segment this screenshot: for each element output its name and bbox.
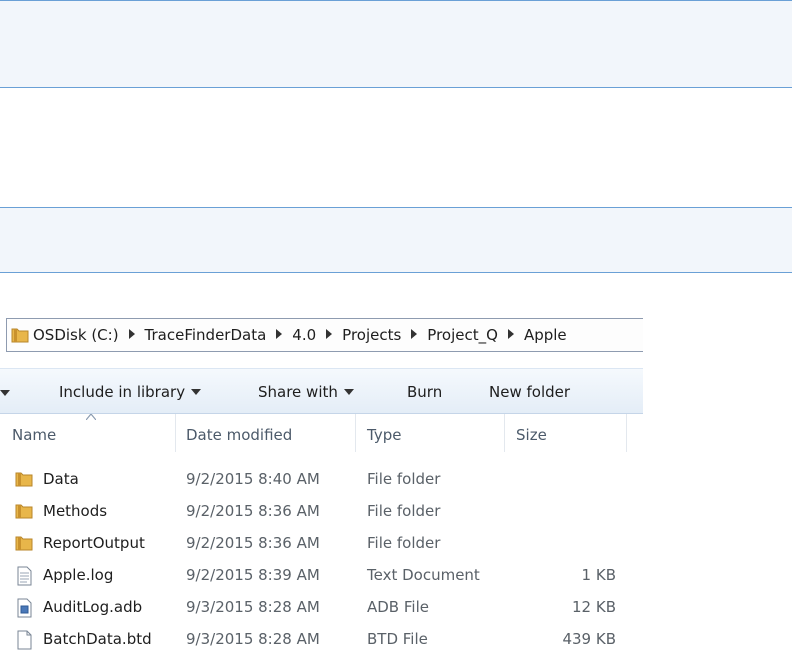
file-type: BTD File	[367, 630, 428, 648]
file-size: 1 KB	[581, 566, 616, 584]
column-header-type[interactable]: Type	[356, 414, 505, 452]
breadcrumb-item-apple[interactable]: Apple	[524, 326, 567, 344]
file-name: Methods	[43, 502, 108, 520]
column-header-date-label: Date modified	[186, 426, 293, 444]
chevron-right-icon[interactable]	[507, 329, 514, 339]
top-blue-band	[0, 0, 792, 88]
file-date: 9/3/2015 8:28 AM	[186, 598, 320, 616]
column-header-name[interactable]: Name	[0, 414, 176, 452]
file-name: Apple.log	[43, 566, 114, 584]
breadcrumb-item-tracefinderdata[interactable]: TraceFinderData	[145, 326, 267, 344]
column-header-type-label: Type	[367, 426, 402, 444]
include-in-library-label: Include in library	[59, 383, 186, 401]
adb-file-icon	[17, 598, 32, 618]
file-row-auditlog-adb[interactable]: AuditLog.adb 9/3/2015 8:28 AM ADB File 1…	[0, 591, 643, 623]
column-header-name-label: Name	[12, 426, 57, 444]
command-bar: Include in library Share with Burn New f…	[0, 368, 643, 414]
chevron-down-icon	[343, 389, 354, 395]
file-name: Data	[43, 470, 79, 488]
chevron-right-icon[interactable]	[128, 329, 135, 339]
folder-icon	[15, 472, 33, 487]
chevron-right-icon[interactable]	[411, 329, 418, 339]
file-date: 9/2/2015 8:39 AM	[186, 566, 320, 584]
file-size: 439 KB	[562, 630, 616, 648]
sort-ascending-icon	[86, 414, 96, 420]
text-file-icon	[17, 566, 32, 586]
burn-label: Burn	[407, 383, 443, 401]
file-name: BatchData.btd	[43, 630, 152, 648]
file-row-data[interactable]: Data 9/2/2015 8:40 AM File folder	[0, 463, 643, 495]
file-row-reportoutput[interactable]: ReportOutput 9/2/2015 8:36 AM File folde…	[0, 527, 643, 559]
file-date: 9/3/2015 8:28 AM	[186, 630, 320, 648]
file-date: 9/2/2015 8:40 AM	[186, 470, 320, 488]
file-name: ReportOutput	[43, 534, 145, 552]
column-header-size[interactable]: Size	[505, 414, 627, 452]
explorer-window: OSDisk (C:) TraceFinderData 4.0 Projects Pro…	[0, 318, 643, 659]
file-size: 12 KB	[572, 598, 616, 616]
file-row-apple-log[interactable]: Apple.log 9/2/2015 8:39 AM Text Document…	[0, 559, 643, 591]
middle-blue-band	[0, 207, 792, 273]
share-with-button[interactable]: Share with	[258, 383, 354, 401]
column-header-date[interactable]: Date modified	[176, 414, 356, 452]
share-with-label: Share with	[258, 383, 338, 401]
include-in-library-button[interactable]: Include in library	[59, 383, 202, 401]
breadcrumb-item-project-q[interactable]: Project_Q	[427, 326, 498, 344]
chevron-down-icon[interactable]	[0, 390, 10, 396]
folder-icon	[11, 328, 29, 343]
file-row-methods[interactable]: Methods 9/2/2015 8:36 AM File folder	[0, 495, 643, 527]
new-folder-button[interactable]: New folder	[489, 383, 570, 401]
folder-icon	[15, 536, 33, 551]
breadcrumb: OSDisk (C:) TraceFinderData 4.0 Projects Pro…	[33, 326, 567, 344]
burn-button[interactable]: Burn	[407, 383, 442, 401]
column-headers: Name Date modified Type Size	[0, 414, 643, 452]
file-date: 9/2/2015 8:36 AM	[186, 502, 320, 520]
breadcrumb-item-projects[interactable]: Projects	[342, 326, 401, 344]
column-header-size-label: Size	[516, 426, 547, 444]
breadcrumb-item-osdisk[interactable]: OSDisk (C:)	[33, 326, 119, 344]
new-folder-label: New folder	[489, 383, 571, 401]
breadcrumb-item-version[interactable]: 4.0	[292, 326, 316, 344]
file-type: File folder	[367, 470, 441, 488]
file-type: File folder	[367, 502, 441, 520]
file-date: 9/2/2015 8:36 AM	[186, 534, 320, 552]
file-type: File folder	[367, 534, 441, 552]
file-name: AuditLog.adb	[43, 598, 143, 616]
file-row-batchdata-btd[interactable]: BatchData.btd 9/3/2015 8:28 AM BTD File …	[0, 623, 643, 655]
file-type: ADB File	[367, 598, 429, 616]
chevron-right-icon[interactable]	[276, 329, 283, 339]
chevron-down-icon	[191, 389, 202, 395]
folder-icon	[15, 504, 33, 519]
file-type: Text Document	[367, 566, 480, 584]
blank-file-icon	[17, 630, 32, 650]
chevron-right-icon[interactable]	[326, 329, 333, 339]
address-bar[interactable]: OSDisk (C:) TraceFinderData 4.0 Projects Pro…	[6, 318, 643, 352]
